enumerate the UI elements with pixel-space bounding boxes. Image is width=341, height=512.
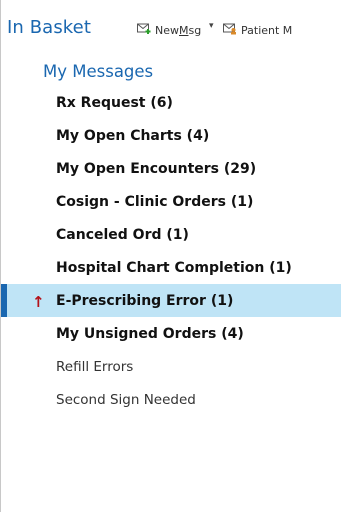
in-basket-panel: In Basket New Msg ▾ Patient M My Message… (0, 0, 341, 512)
in-basket-header: In Basket New Msg ▾ Patient M (1, 0, 341, 50)
folder-refill-errors[interactable]: Refill Errors (1, 350, 341, 383)
new-message-label-suffix: sg (188, 23, 202, 37)
folder-label: Second Sign Needed (56, 391, 196, 408)
folder-hospital-chart-completion[interactable]: Hospital Chart Completion (1) (1, 251, 341, 284)
folder-label: My Open Encounters (29) (56, 160, 257, 177)
folder-e-prescribing-error[interactable]: ↑ E-Prescribing Error (1) (1, 284, 341, 317)
folder-label: My Open Charts (4) (56, 127, 210, 144)
folder-second-sign-needed[interactable]: Second Sign Needed (1, 383, 341, 416)
patient-message-button[interactable]: Patient M (223, 22, 292, 38)
folder-rx-request[interactable]: Rx Request (6) (1, 86, 341, 119)
high-priority-arrow-icon: ↑ (32, 293, 45, 311)
folder-my-open-encounters[interactable]: My Open Encounters (29) (1, 152, 341, 185)
folder-my-open-charts[interactable]: My Open Charts (4) (1, 119, 341, 152)
folder-label: Hospital Chart Completion (1) (56, 259, 292, 276)
folder-label: Refill Errors (56, 358, 134, 375)
new-message-dropdown-icon[interactable]: ▾ (209, 21, 214, 31)
folder-canceled-ord[interactable]: Canceled Ord (1) (1, 218, 341, 251)
folder-label: Rx Request (6) (56, 94, 173, 111)
new-message-icon (137, 22, 152, 38)
folder-cosign-clinic-orders[interactable]: Cosign - Clinic Orders (1) (1, 185, 341, 218)
folder-list: Rx Request (6) My Open Charts (4) My Ope… (1, 86, 341, 416)
my-messages-heading: My Messages (43, 62, 154, 81)
new-message-label-prefix: New (155, 23, 179, 37)
folder-label: Cosign - Clinic Orders (1) (56, 193, 254, 210)
new-message-label-underlined: M (179, 23, 189, 37)
folder-label: Canceled Ord (1) (56, 226, 189, 243)
patient-message-label: Patient M (241, 23, 293, 37)
folder-label: E-Prescribing Error (1) (56, 292, 234, 309)
folder-label: My Unsigned Orders (4) (56, 325, 244, 342)
patient-message-icon (223, 22, 238, 38)
folder-my-unsigned-orders[interactable]: My Unsigned Orders (4) (1, 317, 341, 350)
new-message-button[interactable]: New Msg (137, 22, 201, 38)
app-title: In Basket (7, 17, 92, 38)
